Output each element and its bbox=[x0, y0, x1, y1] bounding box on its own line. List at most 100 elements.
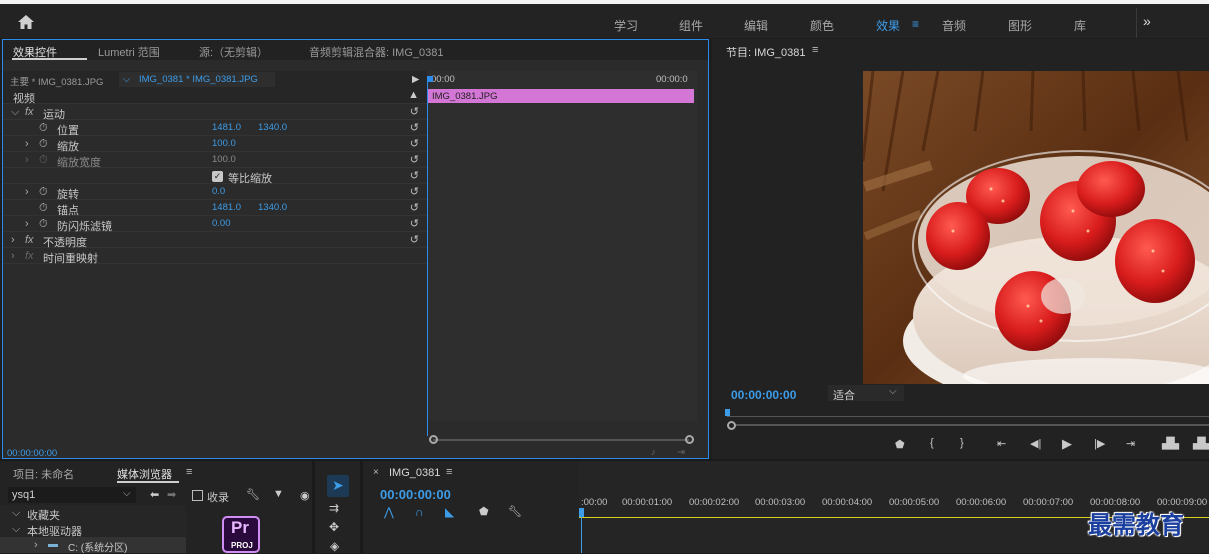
back-arrow-icon[interactable]: ⬅ bbox=[150, 488, 159, 501]
expand-chevron-icon[interactable]: › bbox=[11, 250, 15, 262]
collapse-arrow-icon[interactable]: ▲ bbox=[408, 89, 419, 101]
workspace-editing[interactable]: 编辑 bbox=[744, 17, 768, 34]
workspace-menu-icon[interactable]: ≡ bbox=[912, 17, 919, 31]
clip-bar[interactable]: IMG_0381.JPG bbox=[428, 89, 694, 103]
zoom-scrollbar[interactable] bbox=[433, 439, 689, 441]
reset-icon[interactable]: ↺ bbox=[410, 137, 419, 150]
position-y-value[interactable]: 1340.0 bbox=[258, 122, 287, 133]
forward-arrow-icon[interactable]: ➡ bbox=[167, 488, 176, 501]
more-workspaces-button[interactable]: » bbox=[1143, 13, 1151, 29]
reset-icon[interactable]: ↺ bbox=[410, 105, 419, 118]
mark-out-icon[interactable]: } bbox=[960, 437, 964, 449]
effect-timeline[interactable]: 00:00 00:00:0 bbox=[427, 71, 697, 421]
tab-project[interactable]: 项目: 未命名 bbox=[13, 466, 74, 482]
stopwatch-icon[interactable]: ⏱ bbox=[39, 202, 48, 215]
mark-in-icon[interactable]: { bbox=[930, 437, 934, 449]
sequence-tab[interactable]: IMG_0381 bbox=[389, 467, 440, 479]
rotation-value[interactable]: 0.0 bbox=[212, 186, 225, 197]
workspace-learning[interactable]: 学习 bbox=[614, 17, 638, 34]
program-zoom-bar[interactable] bbox=[736, 424, 1209, 426]
view-icon[interactable]: ◉ bbox=[300, 489, 310, 502]
stopwatch-icon[interactable]: ⏱ bbox=[39, 186, 48, 199]
stopwatch-icon[interactable]: ⏱ bbox=[39, 138, 48, 151]
close-icon[interactable]: × bbox=[373, 467, 379, 478]
position-x-value[interactable]: 1481.0 bbox=[212, 122, 241, 133]
property-row-uniform-scale[interactable]: ✓ 等比缩放 ↺ bbox=[3, 168, 427, 185]
snap-icon[interactable]: ⋀ bbox=[384, 505, 394, 519]
add-marker-icon[interactable]: ◣ bbox=[445, 505, 454, 519]
zoom-handle-right[interactable] bbox=[685, 435, 694, 444]
fx-icon[interactable]: fx bbox=[25, 234, 34, 246]
anchor-x-value[interactable]: 1481.0 bbox=[212, 202, 241, 213]
expand-chevron-icon[interactable]: ⌵ bbox=[12, 507, 20, 520]
step-forward-icon[interactable]: |▶ bbox=[1094, 437, 1105, 450]
reset-icon[interactable]: ↺ bbox=[410, 185, 419, 198]
expand-chevron-icon[interactable]: › bbox=[25, 138, 29, 150]
tree-favorites[interactable]: 收藏夹 bbox=[27, 507, 60, 523]
effect-row-time-remap[interactable]: › fx 时间重映射 bbox=[3, 248, 427, 265]
play-icon[interactable]: ▶ bbox=[1062, 436, 1072, 452]
property-row-position[interactable]: ⏱ 位置 1481.0 1340.0 ↺ bbox=[3, 120, 427, 137]
panel-divider[interactable] bbox=[360, 461, 363, 553]
panel-menu-icon[interactable]: ≡ bbox=[446, 466, 452, 478]
reset-icon[interactable]: ↺ bbox=[410, 233, 419, 246]
audio-export-icon[interactable]: ♪ bbox=[651, 447, 656, 458]
filter-icon[interactable]: ▼ bbox=[273, 488, 284, 500]
property-row-scale[interactable]: › ⏱ 缩放 100.0 ↺ bbox=[3, 136, 427, 153]
timeline-timecode[interactable]: 00:00:00:00 bbox=[380, 487, 451, 502]
play-triangle-icon[interactable]: ▶ bbox=[412, 74, 419, 85]
tree-c-drive[interactable]: C: (系统分区) bbox=[68, 539, 127, 554]
expand-chevron-icon[interactable]: ⌵ bbox=[11, 106, 19, 119]
marker-icon[interactable]: ⬟ bbox=[479, 505, 489, 518]
property-row-rotation[interactable]: › ⏱ 旋转 0.0 ↺ bbox=[3, 184, 427, 201]
tab-source[interactable]: 源:（无剪辑） bbox=[199, 44, 268, 60]
uniform-scale-checkbox[interactable]: ✓ bbox=[212, 171, 223, 182]
step-back-icon[interactable]: ◀| bbox=[1030, 437, 1041, 450]
reset-icon[interactable]: ↺ bbox=[410, 201, 419, 214]
expand-chevron-icon[interactable]: › bbox=[11, 234, 15, 246]
reset-icon[interactable]: ↺ bbox=[410, 217, 419, 230]
go-to-in-icon[interactable]: ⇤ bbox=[997, 437, 1006, 450]
workspace-libraries[interactable]: 库 bbox=[1074, 17, 1086, 34]
property-row-anchor[interactable]: ⏱ 锚点 1481.0 1340.0 ↺ bbox=[3, 200, 427, 217]
selection-tool-icon[interactable]: ➤ bbox=[332, 477, 344, 494]
master-clip-label[interactable]: 主要 * IMG_0381.JPG bbox=[10, 74, 103, 88]
add-marker-icon[interactable]: ⬟ bbox=[895, 438, 905, 451]
tab-audio-clip-mixer[interactable]: 音频剪辑混合器: IMG_0381 bbox=[309, 44, 443, 60]
workspace-effects[interactable]: 效果 bbox=[876, 17, 900, 34]
program-playhead[interactable] bbox=[725, 409, 730, 416]
wrench-icon[interactable]: 🔧︎ bbox=[246, 488, 260, 501]
panel-menu-icon[interactable]: ≡ bbox=[186, 466, 192, 478]
go-to-out-icon[interactable]: ⇥ bbox=[1126, 437, 1135, 450]
expand-chevron-icon[interactable]: › bbox=[34, 539, 38, 551]
stopwatch-icon[interactable]: ⏱ bbox=[39, 122, 48, 135]
expand-chevron-icon[interactable]: › bbox=[25, 218, 29, 230]
workspace-audio[interactable]: 音频 bbox=[942, 17, 966, 34]
program-timecode[interactable]: 00:00:00:00 bbox=[731, 388, 796, 402]
timeline-playhead[interactable] bbox=[579, 508, 584, 517]
expand-chevron-icon[interactable]: › bbox=[25, 186, 29, 198]
reset-icon[interactable]: ↺ bbox=[410, 121, 419, 134]
effect-row-opacity[interactable]: › fx 不透明度 ↺ bbox=[3, 232, 427, 249]
fx-icon[interactable]: fx bbox=[25, 106, 34, 118]
home-icon[interactable] bbox=[14, 12, 38, 32]
workspace-assembly[interactable]: 组件 bbox=[679, 17, 703, 34]
program-ruler[interactable] bbox=[727, 416, 1209, 417]
anchor-y-value[interactable]: 1340.0 bbox=[258, 202, 287, 213]
reset-icon[interactable]: ↺ bbox=[410, 169, 419, 182]
effect-controls-timecode[interactable]: 00:00:00:00 bbox=[7, 448, 57, 459]
workspace-graphics[interactable]: 图形 bbox=[1008, 17, 1032, 34]
effect-row-motion[interactable]: ⌵ fx 运动 ↺ bbox=[3, 104, 427, 121]
extract-icon[interactable]: ▟▙ bbox=[1193, 437, 1209, 450]
tab-lumetri-scopes[interactable]: Lumetri 范围 bbox=[98, 44, 160, 60]
expand-chevron-icon[interactable]: ⌵ bbox=[12, 523, 20, 536]
lift-icon[interactable]: ▟▙ bbox=[1162, 437, 1179, 450]
track-select-tool-icon[interactable]: ⇉ bbox=[329, 501, 339, 515]
panel-divider[interactable] bbox=[0, 459, 1209, 461]
property-row-antiflicker[interactable]: › ⏱ 防闪烁滤镜 0.00 ↺ bbox=[3, 216, 427, 233]
wrench-icon[interactable]: 🔧︎ bbox=[508, 505, 522, 518]
panel-menu-icon[interactable]: ≡ bbox=[812, 44, 818, 56]
zoom-handle[interactable] bbox=[727, 421, 736, 430]
reset-icon[interactable]: ↺ bbox=[410, 153, 419, 166]
razor-tool-icon[interactable]: ◈ bbox=[330, 539, 339, 553]
